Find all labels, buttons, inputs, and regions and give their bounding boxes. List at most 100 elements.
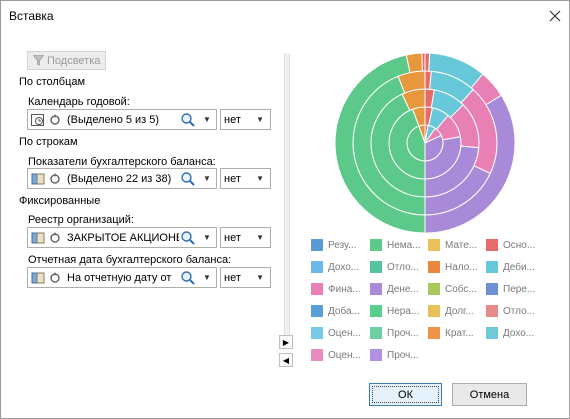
dim-combo-org-registry[interactable]: ЗАКРЫТОЕ АКЦИОНЕР ▼ [27, 227, 217, 248]
legend-swatch [370, 305, 382, 317]
ok-button[interactable]: ОК [369, 383, 442, 406]
search-icon[interactable] [180, 270, 196, 286]
legend-item: Долг... [428, 304, 474, 318]
highlight-button-label: Подсветка [47, 54, 101, 67]
highlight-button[interactable]: Подсветка [27, 51, 106, 70]
legend-swatch [428, 239, 440, 251]
legend-item: Осно... [486, 238, 535, 252]
legend-label: Оцен... [328, 349, 361, 361]
legend-item: Оцен... [311, 326, 361, 340]
dim-label-org-registry: Реестр организаций: [28, 214, 134, 226]
group-rows-heading: По строкам [19, 136, 78, 148]
refresh-icon[interactable] [47, 231, 63, 245]
sunburst-segment [421, 52, 426, 72]
legend-swatch [428, 327, 440, 339]
close-icon [549, 10, 561, 22]
dialog-title: Вставка [9, 9, 54, 23]
chevron-down-icon: ▼ [256, 174, 264, 183]
legend-label: Мате... [445, 239, 478, 251]
expand-right-button[interactable]: ▶ [279, 335, 293, 349]
legend-item: Отло... [486, 304, 535, 318]
dim-value-report-date: На отчетную дату от [67, 271, 172, 284]
mode-select-calendar[interactable]: нет ▼ [220, 109, 271, 130]
dim-combo-calendar[interactable]: (Выделено 5 из 5) ▼ [27, 109, 217, 130]
chevron-down-icon[interactable]: ▼ [203, 233, 211, 242]
refresh-icon[interactable] [47, 172, 63, 186]
search-icon[interactable] [180, 112, 196, 128]
splitter[interactable] [284, 53, 290, 336]
arrow-left-icon: ◀ [282, 355, 290, 365]
legend-swatch [486, 305, 498, 317]
filter-icon [33, 55, 44, 66]
collapse-left-button[interactable]: ◀ [279, 353, 293, 367]
mode-select-indicators[interactable]: нет ▼ [220, 168, 271, 189]
chevron-down-icon[interactable]: ▼ [203, 174, 211, 183]
legend-swatch [311, 283, 323, 295]
mode-value-indicators: нет [224, 172, 241, 185]
legend-item: Нало... [428, 260, 478, 274]
legend-item: Доба... [311, 304, 360, 318]
legend-label: Доба... [328, 305, 360, 317]
legend-swatch [311, 239, 323, 251]
dim-label-indicators: Показатели бухгалтерского баланса: [28, 156, 216, 168]
legend-swatch [370, 349, 382, 361]
legend-item: Оцен... [311, 348, 361, 362]
legend-label: Нера... [387, 305, 420, 317]
chevron-down-icon[interactable]: ▼ [203, 273, 211, 282]
cancel-button-label: Отмена [469, 388, 510, 401]
close-button[interactable] [541, 3, 569, 29]
legend-item: Нема... [370, 238, 421, 252]
dim-combo-report-date[interactable]: На отчетную дату от ▼ [27, 267, 217, 288]
legend-swatch [311, 327, 323, 339]
book-icon [30, 271, 46, 285]
legend-swatch [370, 283, 382, 295]
book-icon [30, 231, 46, 245]
legend-swatch [311, 305, 323, 317]
search-icon[interactable] [180, 171, 196, 187]
legend-label: Оцен... [328, 327, 361, 339]
legend-swatch [428, 261, 440, 273]
dim-label-report-date: Отчетная дата бухгалтерского баланса: [28, 254, 232, 266]
legend-item: Крат... [428, 326, 474, 340]
legend-swatch [486, 283, 498, 295]
legend-swatch [486, 261, 498, 273]
mode-select-org-registry[interactable]: нет ▼ [220, 227, 271, 248]
mode-value-calendar: нет [224, 113, 241, 126]
group-fixed-heading: Фиксированные [19, 195, 101, 207]
legend-label: Отло... [387, 261, 419, 273]
refresh-icon[interactable] [47, 271, 63, 285]
legend-swatch [486, 239, 498, 251]
legend-item: Резу... [311, 238, 356, 252]
cancel-button[interactable]: Отмена [452, 383, 527, 406]
legend-label: Крат... [445, 327, 474, 339]
dim-value-indicators: (Выделено 22 из 38) [67, 172, 172, 185]
legend-label: Отло... [503, 305, 535, 317]
mode-select-report-date[interactable]: нет ▼ [220, 267, 271, 288]
chevron-down-icon[interactable]: ▼ [203, 115, 211, 124]
dim-combo-indicators[interactable]: (Выделено 22 из 38) ▼ [27, 168, 217, 189]
legend-swatch [370, 327, 382, 339]
legend-item: Нера... [370, 304, 419, 318]
legend-swatch [428, 305, 440, 317]
legend-label: Долг... [445, 305, 474, 317]
refresh-icon[interactable] [47, 113, 63, 127]
book-icon [30, 172, 46, 186]
legend-label: Проч... [387, 327, 419, 339]
group-columns-heading: По столбцам [19, 76, 86, 88]
legend-label: Дене... [387, 283, 419, 295]
chevron-down-icon: ▼ [256, 115, 264, 124]
legend-item: Пере... [486, 282, 535, 296]
chevron-down-icon: ▼ [256, 273, 264, 282]
chevron-down-icon: ▼ [256, 233, 264, 242]
sunburst-chart-preview [334, 52, 516, 234]
legend-swatch [486, 327, 498, 339]
legend-label: Проч... [387, 349, 419, 361]
legend-label: Осно... [503, 239, 536, 251]
search-icon[interactable] [180, 230, 196, 246]
legend-swatch [370, 239, 382, 251]
dim-value-calendar: (Выделено 5 из 5) [67, 113, 160, 126]
insert-dialog: Вставка Подсветка По столбцам Календарь … [0, 0, 570, 419]
legend-item: Фина... [311, 282, 361, 296]
legend-label: Дохо... [503, 327, 535, 339]
legend-swatch [311, 349, 323, 361]
